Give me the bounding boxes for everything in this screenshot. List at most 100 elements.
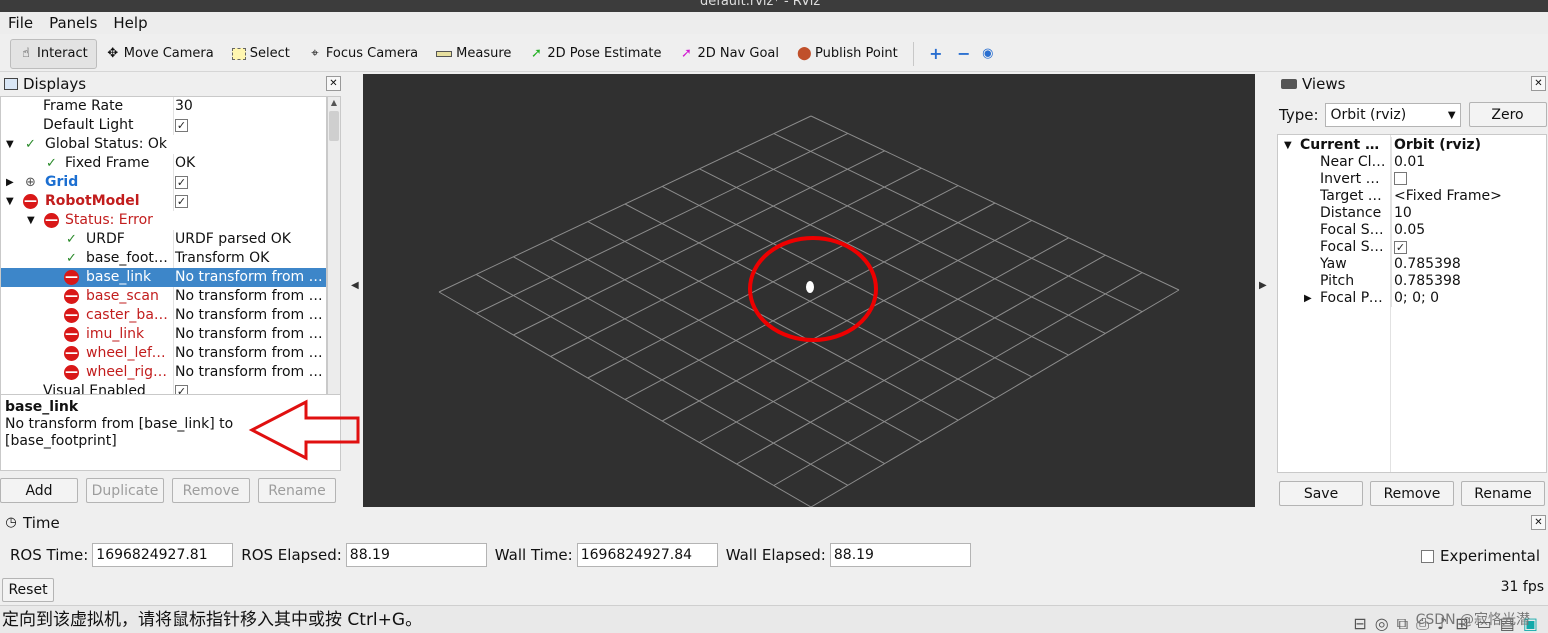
tree-row-caster-back-link[interactable]: — caster_back_link No transform from [ca… — [1, 306, 326, 325]
view-row-pitch[interactable]: Pitch 0.785398 — [1278, 273, 1546, 290]
move-camera-tool-button[interactable]: ✥ Move Camera — [97, 39, 223, 69]
publish-point-tool-button[interactable]: ⬤ Publish Point — [788, 39, 907, 69]
tree-row-default-light[interactable]: Default Light ✓ — [1, 116, 326, 135]
tree-row-wheel-right-link[interactable]: — wheel_right_link No transform from [wh… — [1, 363, 326, 382]
menu-help[interactable]: Help — [105, 12, 155, 34]
scrollbar-thumb[interactable] — [329, 111, 339, 141]
expand-down-icon[interactable]: ▼ — [6, 135, 14, 154]
tree-row-base-link[interactable]: — base_link No transform from [base_link… — [1, 268, 326, 287]
tree-row-grid[interactable]: ▶ ⊕ Grid ✓ — [1, 173, 326, 192]
wall-elapsed-field[interactable]: 88.19 — [829, 543, 971, 567]
scroll-up-icon[interactable]: ▲ — [328, 98, 340, 107]
view-row-target-frame[interactable]: Target Frame <Fixed Frame> — [1278, 188, 1546, 205]
view-row-near-clip[interactable]: Near Clip Distance 0.01 — [1278, 154, 1546, 171]
render-viewport[interactable] — [363, 74, 1255, 508]
clock-icon: ◷ — [5, 515, 17, 530]
checkbox-checked-icon[interactable]: ✓ — [175, 195, 188, 208]
view-row-distance[interactable]: Distance 10 — [1278, 205, 1546, 222]
expand-down-icon[interactable]: ▼ — [1284, 137, 1292, 154]
view-type-select[interactable]: Orbit (rviz) ▼ — [1324, 102, 1461, 127]
checkbox-checked-icon[interactable]: ✓ — [175, 176, 188, 189]
checkbox-unchecked-icon[interactable] — [1394, 172, 1407, 185]
remove-tool-button[interactable]: − — [952, 39, 976, 69]
view-row-focal-shape-size[interactable]: Focal Shape Size 0.05 — [1278, 222, 1546, 239]
row-value[interactable]: ✓ — [173, 192, 323, 211]
tree-row-fixed-frame[interactable]: ✓ Fixed Frame OK — [1, 154, 326, 173]
nav-goal-tool-button[interactable]: ➚ 2D Nav Goal — [670, 39, 788, 69]
tree-row-urdf[interactable]: ✓ URDF URDF parsed OK — [1, 230, 326, 249]
row-value[interactable]: 30 — [173, 97, 323, 116]
measure-tool-button[interactable]: Measure — [427, 39, 520, 69]
tree-row-status-error[interactable]: ▼ — Status: Error — [1, 211, 326, 230]
ros-time-field[interactable]: 1696824927.81 — [92, 543, 234, 567]
wall-time-label: Wall Time: — [494, 546, 573, 564]
checkbox-unchecked-icon[interactable] — [1421, 549, 1434, 563]
ruler-icon — [436, 50, 453, 57]
focus-camera-tool-button[interactable]: ⌖ Focus Camera — [299, 39, 427, 69]
tree-row-global-status[interactable]: ▼ ✓ Global Status: Ok — [1, 135, 326, 154]
row-value[interactable]: 0.01 — [1391, 154, 1541, 171]
expand-right-icon[interactable]: ▶ — [6, 173, 14, 192]
add-tool-button[interactable]: + — [920, 39, 952, 69]
row-value[interactable]: ✓ — [173, 173, 323, 192]
view-row-focal-point[interactable]: ▶ Focal Point 0; 0; 0 — [1278, 290, 1546, 307]
view-tool-button[interactable]: ◉ — [976, 39, 1000, 69]
rename-view-button[interactable]: Rename — [1461, 481, 1545, 506]
tree-row-frame-rate[interactable]: Frame Rate 30 — [1, 97, 326, 116]
remove-view-button[interactable]: Remove — [1370, 481, 1454, 506]
menu-panels[interactable]: Panels — [41, 12, 105, 34]
row-value[interactable]: ✓ — [173, 116, 323, 135]
collapse-right-icon[interactable]: ▶ — [1259, 280, 1267, 291]
ros-elapsed-field[interactable]: 88.19 — [345, 543, 487, 567]
wall-time-field[interactable]: 1696824927.84 — [576, 543, 718, 567]
menu-file[interactable]: File — [0, 12, 41, 34]
reset-button[interactable]: Reset — [2, 578, 54, 602]
checkbox-checked-icon[interactable]: ✓ — [175, 119, 188, 132]
row-value[interactable]: 0.05 — [1391, 222, 1541, 239]
error-icon: — — [64, 270, 79, 285]
tree-row-wheel-left-link[interactable]: — wheel_left_link No transform from [whe… — [1, 344, 326, 363]
row-name: Global Status: Ok — [45, 136, 168, 152]
tree-row-imu-link[interactable]: — imu_link No transform from [imu_link] … — [1, 325, 326, 344]
save-button[interactable]: Save — [1279, 481, 1363, 506]
close-icon[interactable]: ✕ — [326, 76, 341, 91]
grid-line — [550, 238, 922, 443]
zero-button[interactable]: Zero — [1468, 102, 1547, 127]
row-value[interactable] — [1391, 171, 1541, 188]
network-icon[interactable]: ⧉ — [1397, 610, 1408, 633]
expand-down-icon[interactable]: ▼ — [6, 192, 14, 211]
remove-button[interactable]: Remove — [172, 478, 250, 503]
view-properties-tree[interactable]: ▼ Current View Orbit (rviz) Near Clip Di… — [1277, 134, 1547, 473]
pose-estimate-tool-button[interactable]: ➚ 2D Pose Estimate — [520, 39, 670, 69]
time-fields: ROS Time: 1696824927.81 ROS Elapsed: 88.… — [10, 543, 979, 567]
rename-button[interactable]: Rename — [258, 478, 336, 503]
add-button[interactable]: Add — [0, 478, 78, 503]
expand-right-icon[interactable]: ▶ — [1304, 290, 1312, 307]
row-value[interactable]: <Fixed Frame> — [1391, 188, 1541, 205]
row-value[interactable]: 0; 0; 0 — [1391, 290, 1541, 307]
tree-row-robotmodel[interactable]: ▼ — RobotModel ✓ — [1, 192, 326, 211]
row-value[interactable]: 0.785398 — [1391, 273, 1541, 290]
close-icon[interactable]: ✕ — [1531, 76, 1546, 91]
duplicate-button[interactable]: Duplicate — [86, 478, 164, 503]
hdd-icon[interactable]: ⊟ — [1353, 610, 1366, 633]
close-icon[interactable]: ✕ — [1531, 515, 1546, 530]
row-value[interactable]: ✓ — [1391, 239, 1541, 256]
experimental-toggle[interactable]: Experimental — [1421, 547, 1540, 565]
row-name: base_scan — [86, 288, 159, 304]
interact-tool-button[interactable]: ☝ Interact — [10, 38, 97, 69]
cd-icon[interactable]: ◎ — [1375, 610, 1389, 633]
row-value[interactable]: 0.785398 — [1391, 256, 1541, 273]
row-value: No transform from [wheel_left_link] to [… — [173, 344, 323, 363]
view-row-invert-z[interactable]: Invert Z Axis — [1278, 171, 1546, 188]
collapse-left-icon[interactable]: ◀ — [351, 280, 359, 291]
checkbox-checked-icon[interactable]: ✓ — [1394, 241, 1407, 254]
row-value[interactable]: 10 — [1391, 205, 1541, 222]
tree-row-base-footprint[interactable]: ✓ base_footprint Transform OK — [1, 249, 326, 268]
view-row-yaw[interactable]: Yaw 0.785398 — [1278, 256, 1546, 273]
view-row-focal-shape-fixed[interactable]: Focal Shape Fixed Size ✓ — [1278, 239, 1546, 256]
view-row-current-view[interactable]: ▼ Current View Orbit (rviz) — [1278, 137, 1546, 154]
tree-row-base-scan[interactable]: — base_scan No transform from [base_scan… — [1, 287, 326, 306]
select-tool-button[interactable]: Select — [223, 39, 299, 69]
expand-down-icon[interactable]: ▼ — [27, 211, 35, 230]
